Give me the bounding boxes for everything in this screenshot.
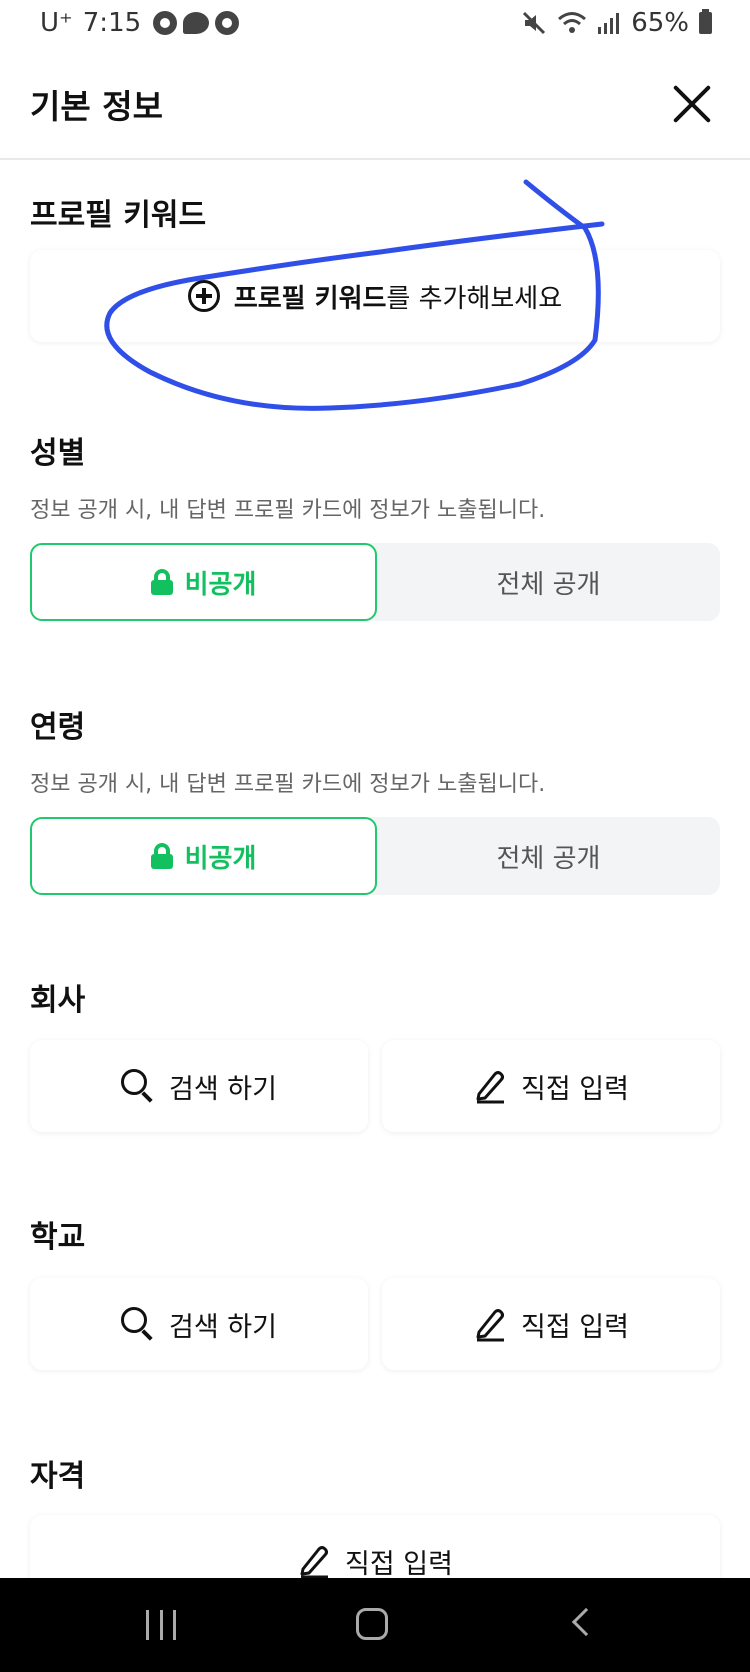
company-search-button[interactable]: 검색 하기 xyxy=(30,1040,368,1132)
pencil-icon xyxy=(300,1546,329,1579)
gender-public-option[interactable]: 전체 공개 xyxy=(377,543,720,621)
license-direct-label: 직접 입력 xyxy=(345,1548,453,1580)
add-keyword-label-bold: 프로필 키워드 xyxy=(233,283,387,314)
recents-icon[interactable] xyxy=(146,1610,176,1640)
chat-notification-icon xyxy=(183,12,210,34)
gender-private-option[interactable]: 비공개 xyxy=(30,543,377,621)
gender-section-desc: 정보 공개 시, 내 답변 프로필 카드에 정보가 노출됩니다. xyxy=(30,498,546,523)
camera-notification-icon xyxy=(215,11,240,35)
age-section: 연령 정보 공개 시, 내 답변 프로필 카드에 정보가 노출됩니다. 비공개 … xyxy=(30,702,720,895)
status-time: 7:15 xyxy=(82,8,142,38)
age-section-desc: 정보 공개 시, 내 답변 프로필 카드에 정보가 노출됩니다. xyxy=(30,772,546,797)
battery-icon xyxy=(699,9,712,34)
add-keyword-label-rest: 를 추가해보세요 xyxy=(386,283,563,314)
status-left: U⁺ 7:15 xyxy=(40,8,240,38)
add-keyword-label: 프로필 키워드를 추가해보세요 xyxy=(234,278,562,315)
company-direct-input-button[interactable]: 직접 입력 xyxy=(382,1040,720,1132)
company-section-title: 회사 xyxy=(30,983,86,1018)
wifi-icon xyxy=(558,12,587,33)
age-public-label: 전체 공개 xyxy=(496,843,601,874)
company-section: 회사 검색 하기 직접 입력 xyxy=(30,975,720,1132)
gender-public-label: 전체 공개 xyxy=(496,569,601,600)
keyword-section: 프로필 키워드 프로필 키워드를 추가해보세요 xyxy=(30,190,720,342)
company-button-row: 검색 하기 직접 입력 xyxy=(30,1040,720,1132)
school-search-button[interactable]: 검색 하기 xyxy=(30,1278,368,1370)
school-section-title: 학교 xyxy=(30,1220,86,1255)
school-direct-input-button[interactable]: 직접 입력 xyxy=(382,1278,720,1370)
gender-section-title: 성별 xyxy=(30,436,86,471)
status-bar: U⁺ 7:15 65% xyxy=(0,0,750,50)
add-keyword-button[interactable]: 프로필 키워드를 추가해보세요 xyxy=(30,250,720,342)
lock-icon xyxy=(150,569,173,595)
pencil-icon xyxy=(476,1309,505,1342)
age-private-option[interactable]: 비공개 xyxy=(30,817,377,895)
keyword-section-title: 프로필 키워드 xyxy=(30,198,207,233)
carrier-label: U⁺ xyxy=(40,8,73,38)
school-section: 학교 검색 하기 직접 입력 xyxy=(30,1212,720,1370)
plus-circle-icon xyxy=(187,280,220,312)
school-direct-label: 직접 입력 xyxy=(521,1311,629,1343)
age-public-option[interactable]: 전체 공개 xyxy=(377,817,720,895)
company-search-label: 검색 하기 xyxy=(169,1073,277,1105)
battery-percent: 65% xyxy=(631,8,689,38)
lock-icon xyxy=(150,843,173,869)
pencil-icon xyxy=(476,1071,505,1104)
school-search-label: 검색 하기 xyxy=(169,1311,277,1343)
license-section-title: 자격 xyxy=(30,1459,86,1494)
age-visibility-toggle: 비공개 전체 공개 xyxy=(30,817,720,895)
license-section: 자격 직접 입력 xyxy=(30,1451,720,1607)
page-title: 기본 정보 xyxy=(30,87,163,126)
status-right: 65% xyxy=(521,8,712,38)
home-icon[interactable] xyxy=(356,1608,388,1640)
search-icon xyxy=(121,1069,155,1103)
school-button-row: 검색 하기 직접 입력 xyxy=(30,1278,720,1370)
signal-icon xyxy=(598,13,620,34)
system-nav-bar xyxy=(0,1578,750,1672)
header: 기본 정보 xyxy=(0,56,750,160)
back-icon[interactable] xyxy=(571,1607,601,1637)
age-section-title: 연령 xyxy=(30,710,86,745)
close-icon[interactable] xyxy=(670,82,714,126)
age-private-label: 비공개 xyxy=(184,843,257,874)
gender-section: 성별 정보 공개 시, 내 답변 프로필 카드에 정보가 노출됩니다. 비공개 … xyxy=(30,428,720,621)
camera-notification-icon xyxy=(153,11,178,35)
gender-visibility-toggle: 비공개 전체 공개 xyxy=(30,543,720,621)
search-icon xyxy=(121,1307,155,1341)
mute-icon xyxy=(523,11,546,35)
company-direct-label: 직접 입력 xyxy=(521,1073,629,1105)
gender-private-label: 비공개 xyxy=(184,569,257,600)
